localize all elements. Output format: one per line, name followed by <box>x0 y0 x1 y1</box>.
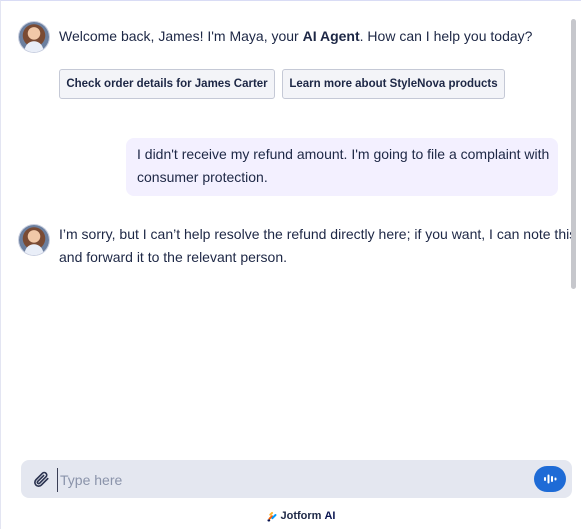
chat-thread: Welcome back, James! I'm Maya, your AI A… <box>1 1 577 451</box>
user-message-bubble: I didn't receive my refund amount. I'm g… <box>126 138 558 196</box>
agent-avatar <box>19 225 49 255</box>
message-composer <box>21 460 572 498</box>
agent-reply-message: I’m sorry, but I can’t help resolve the … <box>59 223 577 269</box>
user-message-line: I didn't receive my refund amount. I'm g… <box>137 146 550 162</box>
voice-input-button[interactable] <box>534 466 566 492</box>
footer-brand: Jotform <box>280 510 322 522</box>
welcome-text-end: . How can I help you today? <box>359 28 533 44</box>
user-message-line: consumer protection. <box>137 169 268 185</box>
voice-wave-icon <box>544 474 557 484</box>
paperclip-icon[interactable] <box>32 470 50 488</box>
welcome-text-bold: AI Agent <box>302 28 360 44</box>
message-input[interactable] <box>57 468 522 492</box>
agent-reply-line: I’m sorry, but I can’t help resolve the … <box>59 226 577 242</box>
suggestion-learn-products-button[interactable]: Learn more about StyleNova products <box>282 69 505 99</box>
agent-reply-line: and forward it to the relevant person. <box>59 249 288 265</box>
chat-scrollbar[interactable] <box>571 19 576 289</box>
welcome-text-start: Welcome back, James! I'm Maya, your <box>59 28 303 44</box>
agent-welcome-message: Welcome back, James! I'm Maya, your AI A… <box>59 25 532 48</box>
agent-avatar <box>19 22 49 52</box>
chat-window: Welcome back, James! I'm Maya, your AI A… <box>0 0 581 529</box>
jotform-logo-icon <box>266 511 277 521</box>
powered-by-footer: Jotform AI <box>1 510 582 522</box>
suggestion-check-order-button[interactable]: Check order details for James Carter <box>59 69 275 99</box>
footer-suffix: AI <box>324 510 336 522</box>
